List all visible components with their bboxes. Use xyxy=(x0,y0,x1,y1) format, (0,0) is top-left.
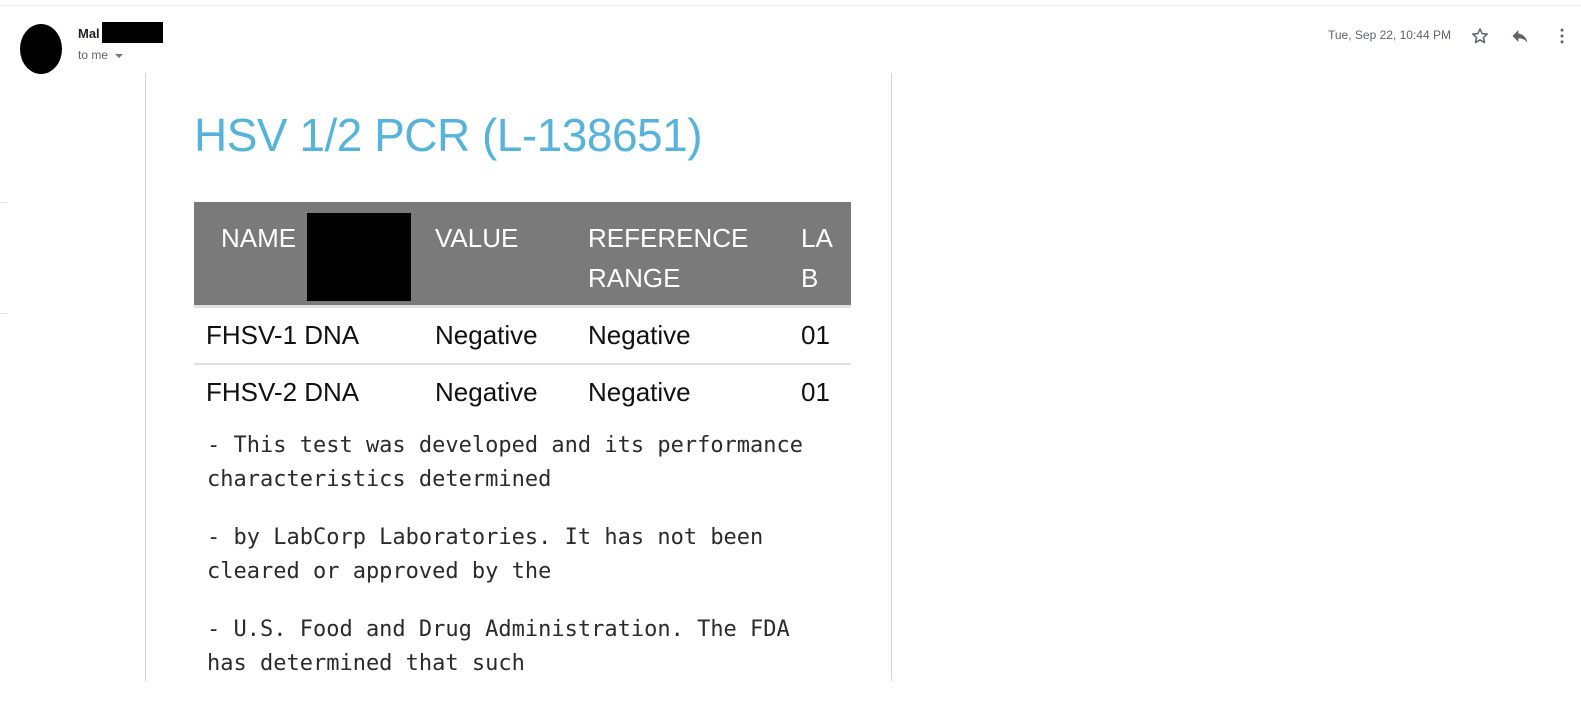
cell-name: FHSV-2 DNA xyxy=(206,377,360,407)
report-notes: - This test was developed and its perfor… xyxy=(207,429,807,705)
email-body-frame-right xyxy=(891,73,892,681)
note-paragraph: - This test was developed and its perfor… xyxy=(207,433,804,492)
table-row: FHSV-1 DNA Negative Negative 01 xyxy=(194,305,851,363)
table-row: FHSV-2 DNA Negative Negative 01 xyxy=(194,363,851,420)
header-reference-line2: RANGE xyxy=(588,263,681,293)
divider-mark xyxy=(0,202,8,203)
divider-mark xyxy=(0,313,8,314)
table-header: NAME VALUE REFERENCE RANGE LA B xyxy=(194,202,851,305)
sender-name[interactable]: Mal xyxy=(78,26,100,41)
note-paragraph: - by LabCorp Laboratories. It has not be… xyxy=(207,525,764,584)
cell-reference: Negative xyxy=(588,377,691,407)
email-date: Tue, Sep 22, 10:44 PM xyxy=(1328,28,1451,42)
header-reference-range: REFERENCE RANGE xyxy=(588,218,748,298)
header-value: VALUE xyxy=(435,223,519,253)
header-divider xyxy=(0,5,1581,6)
header-lab: LA B xyxy=(801,218,833,298)
recipient-details-toggle[interactable]: to me xyxy=(78,48,124,62)
header-reference-line1: REFERENCE xyxy=(588,223,749,253)
header-name: NAME xyxy=(221,223,297,253)
more-vert-icon xyxy=(1560,28,1564,44)
note-paragraph: - U.S. Food and Drug Administration. The… xyxy=(207,617,790,676)
chevron-down-icon[interactable] xyxy=(115,53,124,58)
sender-avatar[interactable] xyxy=(20,24,62,74)
more-options-button[interactable] xyxy=(1550,24,1574,48)
header-lab-line1: LA xyxy=(801,223,833,253)
cell-lab: 01 xyxy=(801,377,830,407)
cell-value: Negative xyxy=(435,377,538,407)
star-button[interactable] xyxy=(1468,24,1492,48)
reply-button[interactable] xyxy=(1508,24,1532,48)
redaction-block xyxy=(307,213,411,301)
cell-value: Negative xyxy=(435,320,538,350)
recipient-label: to me xyxy=(78,48,109,62)
reply-icon xyxy=(1512,30,1528,43)
report-title: HSV 1/2 PCR (L-138651) xyxy=(194,109,703,161)
results-table: NAME VALUE REFERENCE RANGE LA B FHSV-1 D… xyxy=(194,202,851,420)
email-body-frame-left xyxy=(145,73,146,681)
cell-name: FHSV-1 DNA xyxy=(206,320,360,350)
cell-reference: Negative xyxy=(588,320,691,350)
star-icon xyxy=(1472,28,1488,44)
cell-lab: 01 xyxy=(801,320,830,350)
header-lab-line2: B xyxy=(801,263,819,293)
redaction-block xyxy=(102,22,163,43)
